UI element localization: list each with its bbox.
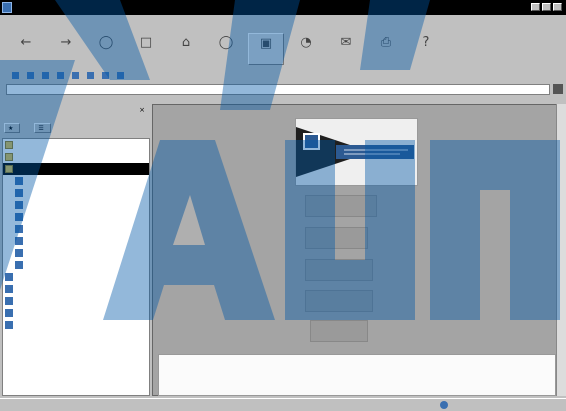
refresh-icon: □ [139,35,153,50]
panel-close-icon[interactable]: × [138,106,146,114]
favorites-item[interactable] [3,211,149,223]
link-item[interactable] [117,70,124,80]
page-icon [5,297,13,305]
favorites-panel-actions: ★ ☰ [0,120,150,136]
favorites-item[interactable] [3,199,149,211]
info-box [158,354,556,396]
search-icon: ◯ [218,35,234,50]
site-nav-button-5[interactable] [310,320,368,342]
page-icon [5,321,13,329]
discuss-icon: ? [422,35,430,50]
address-bar [0,82,566,96]
favorites-panel-title [0,104,150,118]
page-icon [15,225,23,233]
page-icon [5,273,13,281]
title-bar [0,0,566,15]
history-icon: ◔ [300,35,312,50]
page-icon [5,285,13,293]
favorites-icon: ▣ [259,36,273,51]
page-icon [15,201,23,209]
forward-button[interactable]: → [48,33,84,65]
link-item[interactable] [57,70,64,80]
discuss-button[interactable]: ? [408,33,444,65]
stop-button[interactable]: ◯ [88,33,124,65]
page-icon [15,261,23,269]
link-item[interactable] [42,70,49,80]
mail-button[interactable]: ✉ [328,33,364,65]
page-icon [15,249,23,257]
links-bar [0,68,566,80]
site-banner-graphic [296,119,417,185]
home-button[interactable]: ⌂ [168,33,204,65]
print-button[interactable]: ⎙ [368,33,404,65]
favorites-item[interactable] [3,223,149,235]
favorites-folder[interactable] [3,163,149,175]
close-button[interactable] [553,3,562,11]
folder-icon [5,165,13,173]
link-item[interactable] [12,70,19,80]
home-icon: ⌂ [181,35,191,50]
address-input[interactable] [6,83,550,95]
favorites-item[interactable] [3,271,149,283]
minimize-button[interactable] [531,3,540,11]
favorites-item[interactable] [3,283,149,295]
page-icon [15,213,23,221]
favorites-folder[interactable] [3,139,149,151]
maximize-button[interactable] [542,3,551,11]
ie-logo-icon [2,2,12,13]
link-item[interactable] [27,70,34,80]
globe-icon [440,401,448,409]
favorites-item[interactable] [3,319,149,331]
site-nav-button-3[interactable] [305,259,373,281]
favorites-item[interactable] [3,235,149,247]
link-item[interactable] [87,70,94,80]
site-nav-button-2[interactable] [305,227,368,249]
site-nav-button-1[interactable] [305,195,377,217]
page-icon [5,309,13,317]
favorites-item[interactable] [3,295,149,307]
back-button[interactable]: ← [8,33,44,65]
page-icon [15,177,23,185]
favorites-item[interactable] [3,187,149,199]
banner-logo [303,133,320,150]
toolbar: ← → ◯ □ ⌂ ◯ ▣ ◔ ✉ ⎙ ? [0,30,566,66]
favorites-folder[interactable] [3,151,149,163]
add-icon: ★ [8,124,14,132]
history-button[interactable]: ◔ [288,33,324,65]
print-icon: ⎙ [380,35,392,50]
site-banner[interactable] [295,118,418,186]
favorites-item[interactable] [3,259,149,271]
favorites-item[interactable] [3,307,149,319]
organize-icon: ☰ [38,124,44,132]
link-item[interactable] [102,70,109,80]
back-icon: ← [20,35,32,50]
stop-icon: ◯ [98,35,114,50]
favorites-item[interactable] [3,175,149,187]
search-button[interactable]: ◯ [208,33,244,65]
mail-icon: ✉ [340,35,352,50]
dropdown-icon[interactable] [553,84,563,94]
folder-icon [5,141,13,149]
page-icon [15,237,23,245]
organize-button[interactable]: ☰ [34,123,51,133]
forward-icon: → [60,35,72,50]
folder-icon [5,153,13,161]
favorites-item[interactable] [3,247,149,259]
add-favorite-button[interactable]: ★ [4,123,21,133]
menu-bar [0,15,566,29]
site-nav-button-4[interactable] [305,290,373,312]
refresh-button[interactable]: □ [128,33,164,65]
favorites-button[interactable]: ▣ [248,33,284,65]
vertical-scrollbar[interactable] [556,104,566,396]
link-item[interactable] [72,70,79,80]
page-icon [15,189,23,197]
favorites-list [2,138,150,396]
status-zone [440,400,500,410]
